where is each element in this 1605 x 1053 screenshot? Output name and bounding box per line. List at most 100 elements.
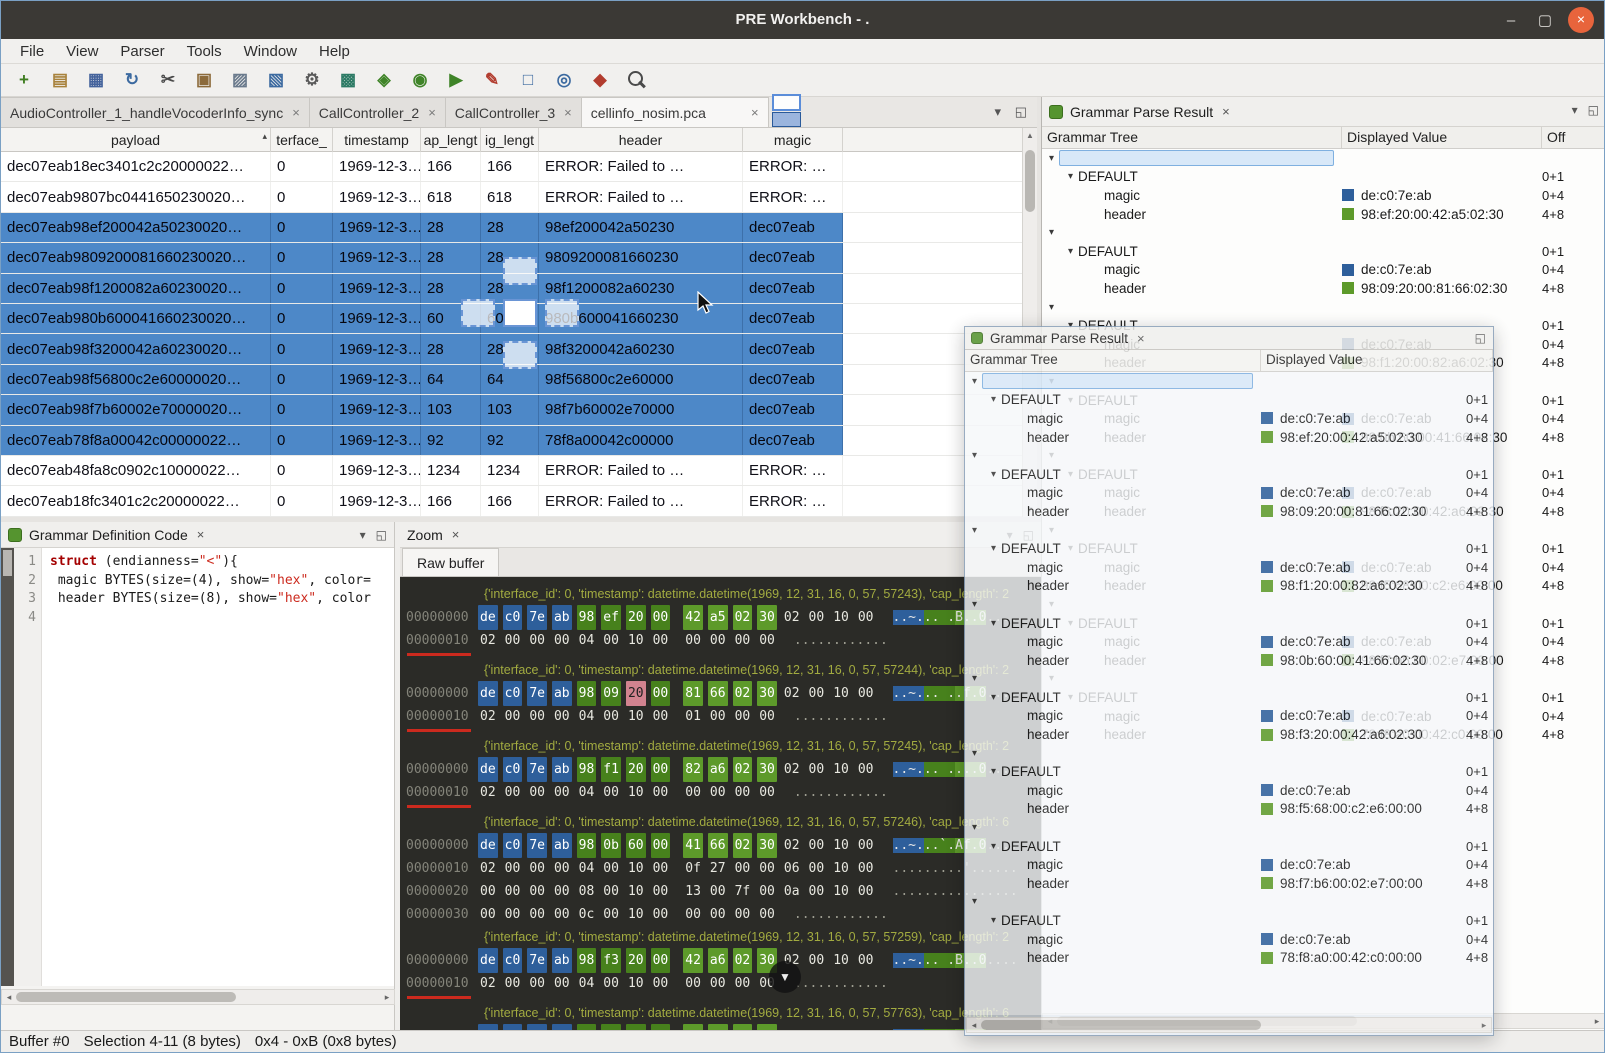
table-row[interactable]: dec07eab9807bc0441650230020…01969-12-3…6… [1,182,1022,212]
table-row[interactable]: dec07eab18fc3401c2c20000022…01969-12-3…1… [1,486,1022,516]
hex-byte[interactable]: 00 [503,704,523,729]
hex-byte[interactable]: 04 [577,971,597,996]
tree-node-root[interactable]: ▾ [965,744,1493,763]
hex-byte[interactable]: 10 [831,879,851,904]
minimize-button[interactable]: – [1500,12,1522,29]
tree-node-default[interactable]: ▾DEFAULT0+1 [965,614,1493,633]
hex-byte[interactable]: 00 [503,780,523,805]
tab-close-button[interactable]: × [428,105,436,120]
hex-byte[interactable]: 10 [831,948,851,973]
tree-node-default[interactable]: ▾DEFAULT0+1 [965,837,1493,856]
hex-byte[interactable]: 00 [708,879,728,904]
hex-byte[interactable]: 00 [807,605,827,630]
hex-byte[interactable]: 00 [651,833,671,858]
hex-byte[interactable]: 42 [683,948,703,973]
hex-byte[interactable]: 00 [683,902,703,927]
tree-node-default[interactable]: ▾DEFAULT0+1 [965,465,1493,484]
hex-byte[interactable]: 00 [651,902,671,927]
hex-byte[interactable]: ab [552,757,572,782]
hex-byte[interactable]: 7e [527,948,547,973]
hex-row[interactable]: 0000001002000000040010000f27000006001000… [406,857,1041,880]
hex-byte[interactable]: 00 [552,628,572,653]
hex-byte[interactable]: a6 [708,948,728,973]
tab-close-button[interactable]: × [292,105,300,120]
table-row[interactable]: dec07eab18ec3401c2c20000022…01969-12-3…1… [1,152,1022,182]
hex-byte[interactable]: 04 [577,704,597,729]
new-file-icon[interactable]: + [11,67,37,93]
hex-byte[interactable]: 10 [626,628,646,653]
hex-byte[interactable]: 00 [503,856,523,881]
tab-detach-icon[interactable]: ◱ [1015,104,1027,120]
scroll-left-icon[interactable]: ◂ [2,992,16,1003]
hex-byte[interactable]: 00 [478,902,498,927]
floating-window-titlebar[interactable]: Grammar Parse Result × ◱ [965,327,1493,350]
hex-byte[interactable]: 00 [733,971,753,996]
hex-byte[interactable]: 98 [577,681,597,706]
tree-field-magic[interactable]: magicde:c0:7e:ab0+4 [965,409,1493,428]
scroll-right-icon[interactable]: ▸ [1477,1020,1491,1031]
panel-menu-icon[interactable]: ▾ [360,528,366,542]
menu-file[interactable]: File [9,39,55,64]
tree-field-header[interactable]: header98:0b:60:00:41:66:02:304+8 [965,651,1493,670]
tree-field-header[interactable]: header78:f8:a0:00:42:c0:00:004+8 [965,948,1493,967]
tree-field-header[interactable]: header98:ef:20:00:42:a5:02:304+8 [965,428,1493,447]
tree-field-magic[interactable]: magicde:c0:7e:ab0+4 [965,632,1493,651]
hex-row[interactable]: 00000020000000000800100013007f000a001000… [406,880,1041,903]
hex-byte[interactable]: 00 [651,681,671,706]
hex-byte[interactable]: 00 [856,856,876,881]
hex-byte[interactable]: 02 [782,681,802,706]
scroll-down-button[interactable]: ▼ [769,961,801,993]
tree-field-magic[interactable]: magicde:c0:7e:ab0+4 [965,855,1493,874]
hex-row[interactable]: 00000010020000000400100000000000........… [406,781,1041,804]
tree-node-root[interactable]: ▾ [965,818,1493,837]
hex-byte[interactable]: 82 [683,757,703,782]
scroll-left-icon[interactable]: ◂ [967,1020,981,1031]
hex-byte[interactable]: 98 [577,605,597,630]
hex-byte[interactable]: 00 [856,605,876,630]
edit-grammar-icon[interactable]: ✎ [479,67,505,93]
hex-byte[interactable]: c0 [503,681,523,706]
tree-node-default[interactable]: ▾DEFAULT0+1 [965,539,1493,558]
hex-byte[interactable]: 7e [527,833,547,858]
tree-node-root[interactable]: ▾ [965,372,1493,391]
hex-byte[interactable]: 00 [601,902,621,927]
column-header-ig_lengt[interactable]: ig_lengt [481,128,539,152]
hex-byte[interactable]: 04 [577,856,597,881]
hex-byte[interactable]: 7e [527,757,547,782]
tree-node-root[interactable]: ▾ [1042,223,1605,242]
hex-byte[interactable]: 41 [683,833,703,858]
hex-byte[interactable]: 00 [651,971,671,996]
reload-icon[interactable]: ↻ [119,67,145,93]
hex-byte[interactable]: 00 [552,902,572,927]
hex-byte[interactable]: 00 [651,704,671,729]
hex-byte[interactable]: 20 [626,605,646,630]
hex-byte[interactable]: 00 [651,780,671,805]
panel-close-icon[interactable]: × [1137,331,1145,346]
code-editor[interactable]: 1234 struct (endianness="<"){ magic BYTE… [1,548,394,986]
tree-node-root[interactable]: ▾ [1042,298,1605,317]
column-header-magic[interactable]: magic [743,128,843,152]
column-header-header[interactable]: header [539,128,743,152]
hex-byte[interactable]: de [478,948,498,973]
hex-byte[interactable]: 04 [577,628,597,653]
tree-field-header[interactable]: header98:09:20:00:81:66:02:304+8 [1042,279,1605,298]
hex-byte[interactable]: 00 [856,833,876,858]
chevron-down-icon[interactable]: ▾ [972,599,977,610]
scrollbar-thumb[interactable] [1025,150,1035,212]
hex-byte[interactable]: 00 [856,948,876,973]
hex-row[interactable]: 00000010020000000400100000000000........… [406,972,1041,995]
hex-byte[interactable]: 00 [856,879,876,904]
menu-view[interactable]: View [55,39,109,64]
hex-byte[interactable]: 00 [527,856,547,881]
hex-byte[interactable]: 02 [733,833,753,858]
hex-byte[interactable]: 30 [757,833,777,858]
hex-byte[interactable]: 00 [651,948,671,973]
chevron-down-icon[interactable]: ▾ [991,841,996,852]
tab-close-button[interactable]: × [564,105,572,120]
hex-byte[interactable]: 00 [856,681,876,706]
tree-node-default[interactable]: ▾DEFAULT0+1 [965,688,1493,707]
hex-byte[interactable]: 20 [626,948,646,973]
chevron-down-icon[interactable]: ▾ [991,618,996,629]
column-header-terface_[interactable]: terface_ [271,128,333,152]
maximize-button[interactable]: ▢ [1534,11,1556,29]
